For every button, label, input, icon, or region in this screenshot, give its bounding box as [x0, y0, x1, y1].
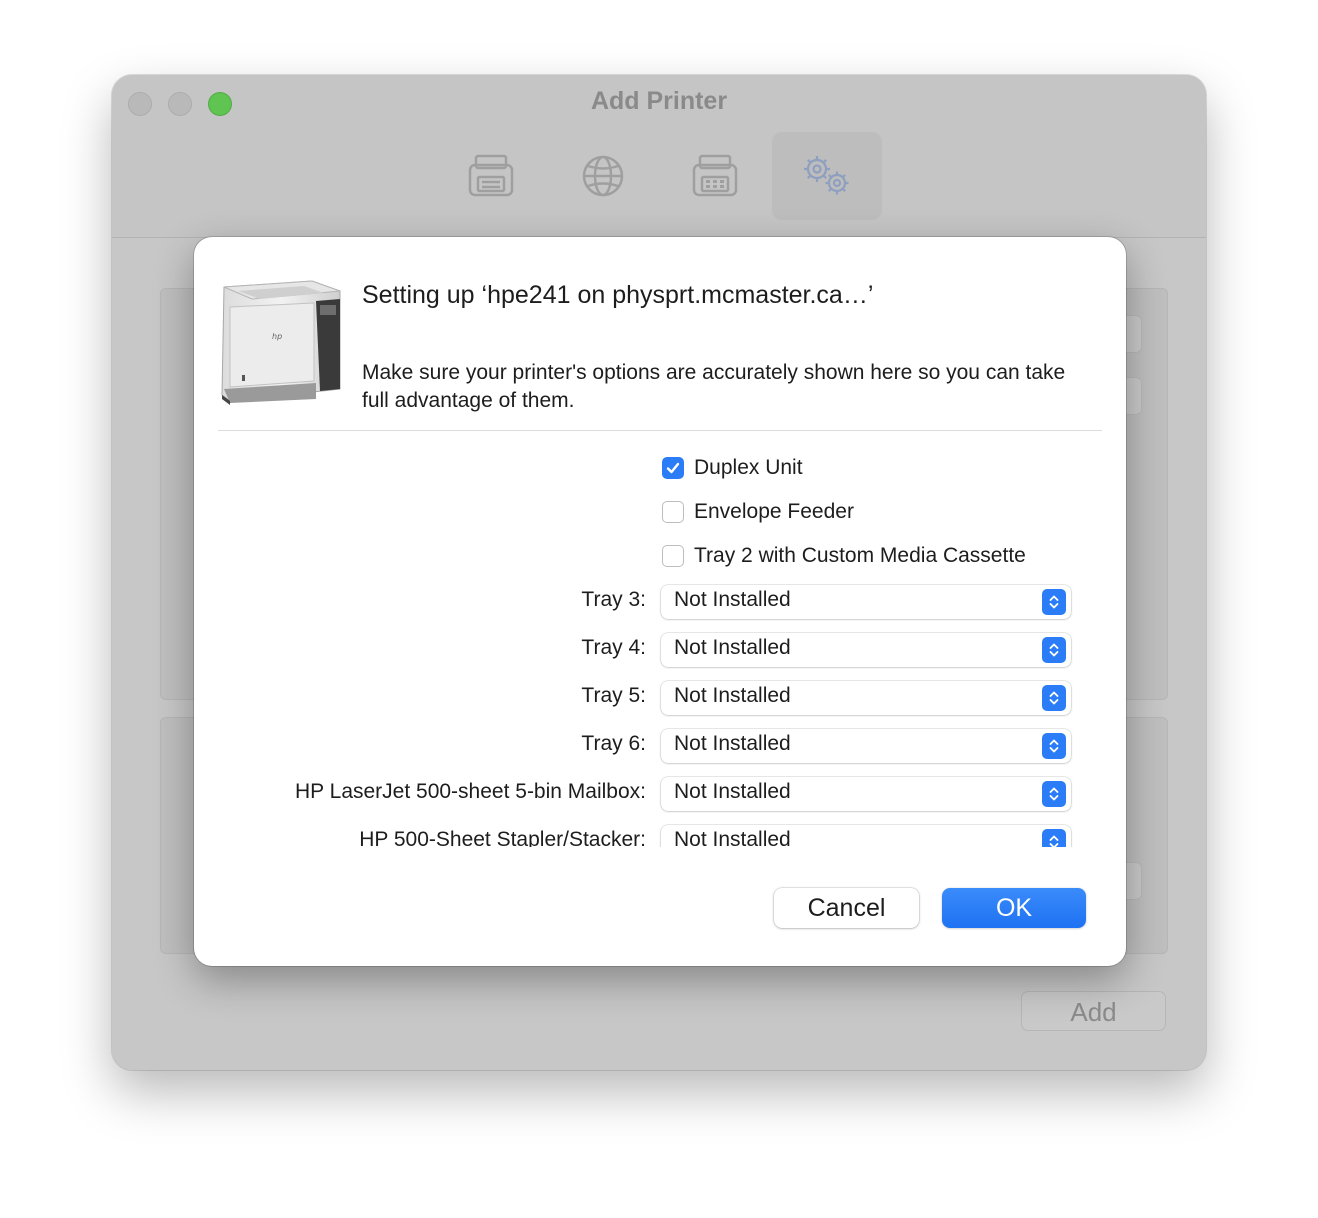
tray-5-popup[interactable]: Not Installed — [661, 681, 1071, 715]
tray-5-value: Not Installed — [674, 684, 791, 707]
duplex-unit-option[interactable]: Duplex Unit — [662, 453, 803, 483]
tray-2-cassette-label: Tray 2 with Custom Media Cassette — [694, 544, 1026, 567]
tray-4-popup[interactable]: Not Installed — [661, 633, 1071, 667]
globe-icon — [582, 155, 624, 197]
tray-5-label: Tray 5: — [581, 684, 646, 707]
mailbox-row: HP LaserJet 500-sheet 5-bin Mailbox: Not… — [194, 777, 1126, 813]
stapler-stacker-popup[interactable]: Not Installed — [661, 825, 1071, 847]
stapler-stacker-label: HP 500-Sheet Stapler/Stacker: — [359, 828, 646, 847]
stapler-stacker-row: HP 500-Sheet Stapler/Stacker: Not Instal… — [194, 825, 1126, 847]
tray-2-cassette-checkbox[interactable] — [662, 545, 684, 567]
updown-chevron-icon — [1042, 589, 1066, 615]
toolbar-windows-button[interactable] — [660, 132, 770, 220]
sheet-description: Make sure your printer's options are acc… — [362, 361, 1066, 412]
updown-chevron-icon — [1042, 829, 1066, 847]
tray-2-cassette-option[interactable]: Tray 2 with Custom Media Cassette — [662, 541, 1026, 571]
add-button: Add — [1021, 991, 1166, 1031]
tray-3-label: Tray 3: — [581, 588, 646, 611]
tray-6-label: Tray 6: — [581, 732, 646, 755]
fax-printer-icon — [692, 154, 738, 197]
stapler-stacker-value: Not Installed — [674, 828, 791, 847]
duplex-unit-label: Duplex Unit — [694, 456, 803, 479]
window-toolbar: Add Printer — [112, 75, 1206, 238]
tray-4-value: Not Installed — [674, 636, 791, 659]
updown-chevron-icon — [1042, 637, 1066, 663]
printer-icon — [468, 154, 514, 197]
tray-6-popup[interactable]: Not Installed — [661, 729, 1071, 763]
gears-icon — [804, 156, 849, 195]
divider — [218, 430, 1102, 431]
envelope-feeder-option[interactable]: Envelope Feeder — [662, 497, 854, 527]
tray-4-row: Tray 4: Not Installed — [194, 633, 1126, 669]
window-title: Add Printer — [590, 87, 728, 115]
updown-chevron-icon — [1042, 685, 1066, 711]
mailbox-value: Not Installed — [674, 780, 791, 803]
mailbox-label: HP LaserJet 500-sheet 5-bin Mailbox: — [295, 780, 646, 803]
toolbar-ip-button[interactable] — [548, 132, 658, 220]
duplex-unit-checkbox[interactable] — [662, 457, 684, 479]
envelope-feeder-label: Envelope Feeder — [694, 500, 854, 523]
updown-chevron-icon — [1042, 733, 1066, 759]
tray-3-value: Not Installed — [674, 588, 791, 611]
mailbox-popup[interactable]: Not Installed — [661, 777, 1071, 811]
checkmark-icon — [666, 462, 680, 474]
ok-button[interactable]: OK — [942, 888, 1086, 928]
cancel-button[interactable]: Cancel — [774, 888, 919, 928]
tray-3-popup[interactable]: Not Installed — [661, 585, 1071, 619]
printer-image: hp — [221, 280, 341, 405]
envelope-feeder-checkbox[interactable] — [662, 501, 684, 523]
svg-text:hp: hp — [272, 332, 282, 341]
sheet-title: Setting up ‘hpe241 on physprt.mcmaster.c… — [362, 281, 874, 309]
tray-5-row: Tray 5: Not Installed — [194, 681, 1126, 717]
tray-4-label: Tray 4: — [581, 636, 646, 659]
tray-6-value: Not Installed — [674, 732, 791, 755]
updown-chevron-icon — [1042, 781, 1066, 807]
printer-options-sheet: hp Setting up ‘hpe241 on physprt.mcmaste… — [194, 237, 1126, 966]
toolbar-default-button[interactable] — [436, 132, 546, 220]
tray-3-row: Tray 3: Not Installed — [194, 585, 1126, 621]
tray-6-row: Tray 6: Not Installed — [194, 729, 1126, 765]
toolbar-advanced-button[interactable] — [772, 132, 882, 220]
installable-options-list[interactable]: Duplex Unit Envelope Feeder Tray 2 with … — [194, 447, 1126, 847]
